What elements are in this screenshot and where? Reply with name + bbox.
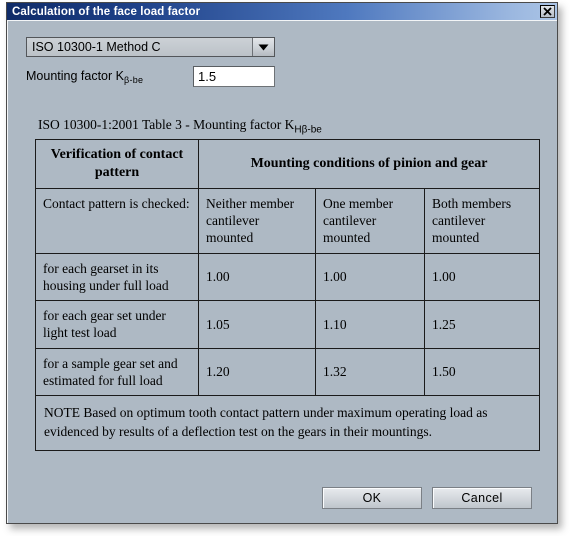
dialog-body: ISO 10300-1 Method C Mounting factor Kβ-…	[7, 20, 557, 523]
row-value-neither: 1.20	[198, 347, 316, 397]
row-value-neither: 1.00	[198, 252, 316, 302]
dialog-window: Calculation of the face load factor ISO …	[6, 2, 558, 524]
table-note-row: NOTE Based on optimum tooth contact patt…	[34, 395, 541, 451]
mounting-factor-label: Mounting factor Kβ-be	[26, 69, 143, 85]
button-row: OK Cancel	[8, 487, 557, 509]
row-value-both: 1.00	[423, 252, 541, 302]
table-caption-subscript: Hβ-be	[294, 124, 322, 136]
row-value-one: 1.10	[315, 300, 425, 349]
chevron-down-icon[interactable]	[252, 38, 274, 56]
calculation-method-select[interactable]: ISO 10300-1 Method C	[26, 37, 275, 57]
row-value-both: 1.25	[423, 300, 541, 349]
row-value-one: 1.00	[315, 252, 425, 302]
calculation-method-value: ISO 10300-1 Method C	[27, 38, 252, 56]
chevron-down-glyph	[258, 44, 269, 50]
close-icon[interactable]	[540, 5, 555, 18]
table-subheader-both-members: Both members cantilever mounted	[423, 187, 541, 254]
table-subheader-row: Contact pattern is checked: Neither memb…	[35, 187, 541, 254]
cancel-button-label: Cancel	[461, 491, 503, 505]
mounting-factor-value: 1.5	[198, 69, 217, 84]
table-header-mounting-conditions: Mounting conditions of pinion and gear	[197, 139, 541, 189]
title-bar: Calculation of the face load factor	[7, 3, 557, 20]
table-subheader-contact-pattern: Contact pattern is checked:	[35, 187, 199, 254]
row-label: for each gearset in its housing under fu…	[35, 252, 199, 302]
close-glyph	[543, 7, 552, 16]
table-row: for each gearset in its housing under fu…	[35, 252, 541, 302]
mounting-factor-label-subscript: β-be	[123, 75, 144, 86]
ok-button[interactable]: OK	[322, 487, 422, 509]
table-note: NOTE Based on optimum tooth contact patt…	[34, 395, 541, 451]
row-label: for a sample gear set and estimated for …	[35, 347, 199, 397]
table-caption-main: ISO 10300-1:2001 Table 3 - Mounting fact…	[38, 117, 295, 132]
table-header-verification: Verification of contact pattern	[35, 139, 199, 189]
table-subheader-one-member: One member cantilever mounted	[315, 187, 425, 254]
cancel-button[interactable]: Cancel	[432, 487, 532, 509]
row-value-neither: 1.05	[198, 300, 316, 349]
table-subheader-neither-member: Neither member cantilever mounted	[198, 187, 316, 254]
mounting-factor-table: Verification of contact pattern Mounting…	[34, 139, 541, 451]
table-row: for each gear set under light test load …	[35, 300, 541, 349]
table-caption: ISO 10300-1:2001 Table 3 - Mounting fact…	[38, 117, 322, 136]
mounting-factor-label-main: Mounting factor K	[26, 69, 124, 83]
row-value-one: 1.32	[315, 347, 425, 397]
window-title: Calculation of the face load factor	[12, 5, 201, 18]
row-label: for each gear set under light test load	[35, 300, 199, 349]
mounting-factor-input[interactable]: 1.5	[193, 66, 275, 87]
table-header-row: Verification of contact pattern Mounting…	[35, 139, 541, 189]
row-value-both: 1.50	[423, 347, 541, 397]
table-row: for a sample gear set and estimated for …	[35, 347, 541, 397]
ok-button-label: OK	[362, 491, 382, 505]
